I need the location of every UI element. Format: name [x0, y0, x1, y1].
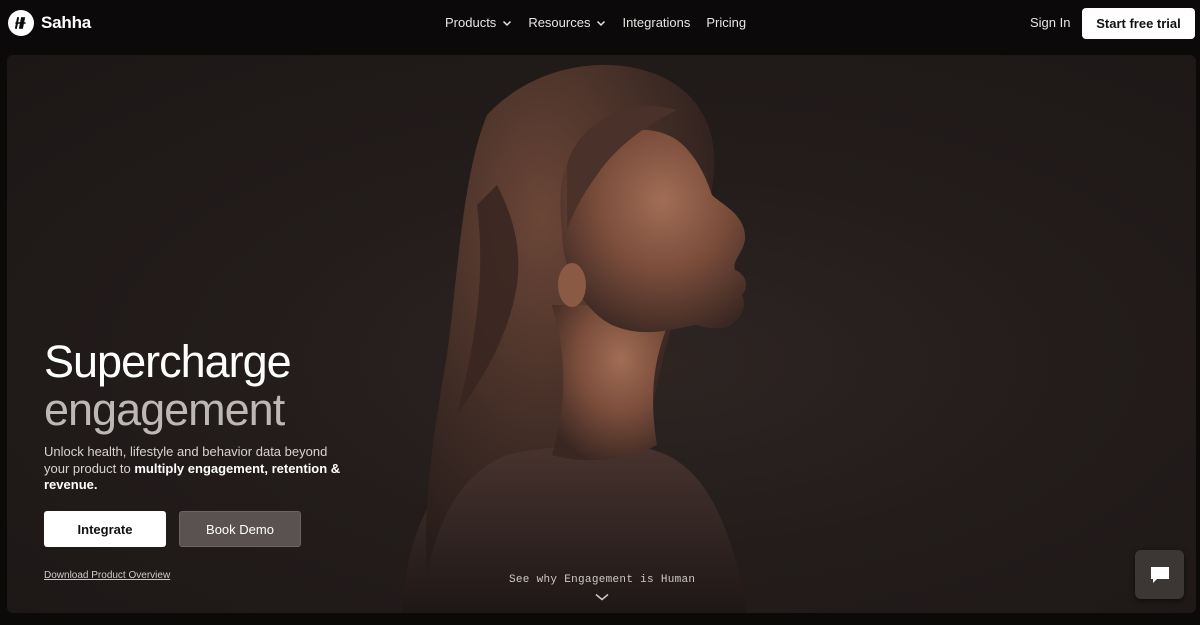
- headline-line-1: Supercharge: [44, 336, 292, 387]
- chat-widget-button[interactable]: [1135, 550, 1184, 599]
- top-navigation: Sahha Products Resources Integrations Pr…: [0, 0, 1200, 46]
- hero-section: Supercharge engagement Unlock health, li…: [7, 55, 1196, 613]
- main-menu: Products Resources Integrations Pricing: [445, 15, 746, 30]
- sahha-logo-icon: [8, 10, 34, 36]
- hero-headline: Supercharge engagement: [44, 336, 292, 435]
- brand-logo[interactable]: Sahha: [8, 10, 91, 36]
- nav-item-resources[interactable]: Resources: [528, 15, 606, 30]
- nav-item-label: Integrations: [622, 15, 691, 30]
- nav-item-label: Pricing: [706, 15, 747, 30]
- chevron-down-icon[interactable]: [594, 592, 610, 602]
- nav-item-pricing[interactable]: Pricing: [706, 15, 746, 30]
- integrate-button[interactable]: Integrate: [44, 511, 166, 547]
- nav-item-products[interactable]: Products: [445, 15, 512, 30]
- headline-line-2: engagement: [44, 384, 285, 435]
- book-demo-button[interactable]: Book Demo: [179, 511, 301, 547]
- chevron-down-icon: [597, 20, 606, 26]
- chevron-down-icon: [503, 20, 512, 26]
- scroll-hint-text[interactable]: See why Engagement is Human: [509, 574, 695, 586]
- nav-item-label: Resources: [528, 15, 591, 30]
- start-free-trial-button[interactable]: Start free trial: [1082, 8, 1195, 39]
- hero-subheadline: Unlock health, lifestyle and behavior da…: [44, 444, 344, 494]
- nav-item-label: Products: [445, 15, 497, 30]
- chat-bubble-icon: [1150, 566, 1169, 583]
- sign-in-link[interactable]: Sign In: [1030, 15, 1070, 30]
- download-product-overview-link[interactable]: Download Product Overview: [44, 570, 170, 581]
- nav-item-integrations[interactable]: Integrations: [622, 15, 690, 30]
- brand-name: Sahha: [41, 13, 92, 32]
